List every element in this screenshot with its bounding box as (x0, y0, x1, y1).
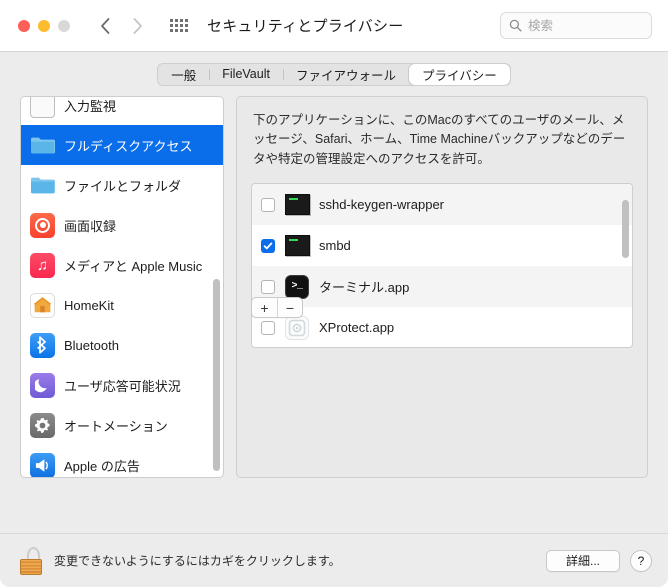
sidebar-item-apple-advertising[interactable]: Apple の広告 (21, 445, 223, 477)
lock-message: 変更できないようにするにはカギをクリックします。 (54, 554, 341, 568)
app-list-scrollbar-thumb[interactable] (622, 200, 629, 259)
table-row[interactable]: smbd (252, 225, 632, 266)
tab-filevault[interactable]: FileVault (209, 64, 283, 85)
unlocked-padlock-icon[interactable] (20, 546, 45, 575)
app-permission-checkbox[interactable] (261, 279, 275, 294)
sidebar-item-screen-recording[interactable]: 画面収録 (21, 205, 223, 245)
tab-bar: 一般 FileVault ファイアウォール プライバシー (0, 52, 668, 96)
xprotect-app-icon (284, 315, 310, 341)
forward-button[interactable] (126, 15, 148, 37)
tab-general[interactable]: 一般 (158, 64, 209, 85)
folder-icon (30, 133, 55, 158)
unix-executable-icon (284, 233, 310, 259)
titlebar: セキュリティとプライバシー (0, 0, 668, 52)
bottom-bar-actions: 詳細... ? (546, 549, 652, 572)
moon-focus-icon (30, 372, 55, 398)
screen-recording-icon (30, 212, 55, 238)
sidebar-item-label: ユーザ応答可能状況 (64, 378, 181, 394)
search-input[interactable] (528, 18, 638, 33)
help-button[interactable]: ? (630, 549, 652, 572)
search-field[interactable] (500, 12, 652, 39)
table-row[interactable]: >_ ターミナル.app (252, 266, 632, 308)
full-disk-access-panel: 下のアプリケーションに、このMacのすべてのユーザのメール、メッセージ、Safa… (236, 96, 648, 478)
page-title: セキュリティとプライバシー (207, 18, 404, 35)
homekit-house-icon (30, 292, 55, 318)
bottom-bar: 変更できないようにするにはカギをクリックします。 詳細... ? (0, 534, 668, 587)
close-button[interactable] (18, 19, 30, 32)
sidebar-item-label: 入力監視 (64, 98, 117, 114)
privacy-category-list-inner: 入力監視 フルディスクアクセス ファイルとフォルダ 画面収録 ♫ メディアと A… (21, 97, 223, 477)
app-permission-list: sshd-keygen-wrapper smbd >_ ターミナル.app XP… (251, 183, 633, 349)
megaphone-ads-icon (30, 452, 55, 477)
minimize-button[interactable] (38, 19, 50, 32)
maximize-button[interactable] (58, 19, 70, 32)
back-button[interactable] (94, 15, 116, 37)
search-icon (509, 19, 522, 32)
remove-app-button[interactable]: − (277, 298, 302, 317)
panel-description: 下のアプリケーションに、このMacのすべてのユーザのメール、メッセージ、Safa… (253, 113, 626, 166)
app-permission-checkbox[interactable] (261, 238, 275, 253)
app-name-label: ターミナル.app (319, 280, 410, 296)
sidebar-item-files-and-folders[interactable]: ファイルとフォルダ (21, 165, 223, 205)
unix-executable-icon (284, 192, 310, 218)
privacy-category-list: 入力監視 フルディスクアクセス ファイルとフォルダ 画面収録 ♫ メディアと A… (20, 96, 224, 478)
content-area: 入力監視 フルディスクアクセス ファイルとフォルダ 画面収録 ♫ メディアと A… (0, 96, 668, 496)
window-controls (18, 19, 70, 32)
advanced-button[interactable]: 詳細... (546, 549, 620, 572)
sidebar-item-full-disk-access[interactable]: フルディスクアクセス (21, 125, 223, 165)
sidebar-item-bluetooth[interactable]: Bluetooth (21, 325, 223, 365)
app-name-label: XProtect.app (319, 320, 395, 336)
sidebar-item-label: メディアと Apple Music (64, 258, 203, 274)
tab-group: 一般 FileVault ファイアウォール プライバシー (157, 62, 511, 86)
add-app-button[interactable]: + (252, 298, 277, 317)
sidebar-item-label: フルディスクアクセス (64, 138, 193, 154)
show-all-grid-icon[interactable] (170, 18, 189, 34)
sidebar-item-homekit[interactable]: HomeKit (21, 285, 223, 325)
sidebar-item-label: ファイルとフォルダ (64, 178, 182, 194)
music-note-icon: ♫ (30, 252, 55, 278)
sidebar-item-media-and-apple-music[interactable]: ♫ メディアと Apple Music (21, 245, 223, 285)
sidebar-item-label: オートメーション (64, 418, 168, 434)
keyboard-icon (30, 97, 55, 118)
navigation-buttons (94, 15, 148, 37)
sidebar-item-input-monitoring[interactable]: 入力監視 (21, 97, 223, 125)
table-row[interactable]: sshd-keygen-wrapper (252, 184, 632, 226)
sidebar-item-label: HomeKit (64, 297, 114, 313)
sidebar-scrollbar-thumb[interactable] (213, 279, 220, 471)
add-remove-button-group: + − (251, 297, 303, 318)
tab-privacy[interactable]: プライバシー (408, 63, 510, 85)
app-name-label: sshd-keygen-wrapper (319, 197, 445, 213)
tab-firewall[interactable]: ファイアウォール (282, 64, 409, 85)
bluetooth-icon (30, 332, 55, 358)
sidebar-item-label: 画面収録 (64, 218, 117, 234)
sidebar-item-user-availability[interactable]: ユーザ応答可能状況 (21, 365, 223, 405)
gear-icon (30, 412, 55, 438)
app-permission-checkbox[interactable] (261, 320, 275, 335)
sidebar-item-automation[interactable]: オートメーション (21, 405, 223, 445)
table-row[interactable]: XProtect.app (252, 307, 632, 347)
sidebar-item-label: Apple の広告 (64, 458, 140, 474)
folder-icon (30, 173, 55, 198)
app-name-label: smbd (319, 238, 351, 254)
sidebar-item-label: Bluetooth (64, 337, 119, 353)
terminal-app-icon: >_ (284, 274, 310, 300)
app-permission-checkbox[interactable] (261, 197, 275, 212)
system-preferences-window: セキュリティとプライバシー 一般 FileVault ファイアウォール プライバ… (0, 0, 668, 587)
app-permission-list-inner: sshd-keygen-wrapper smbd >_ ターミナル.app XP… (252, 184, 632, 347)
